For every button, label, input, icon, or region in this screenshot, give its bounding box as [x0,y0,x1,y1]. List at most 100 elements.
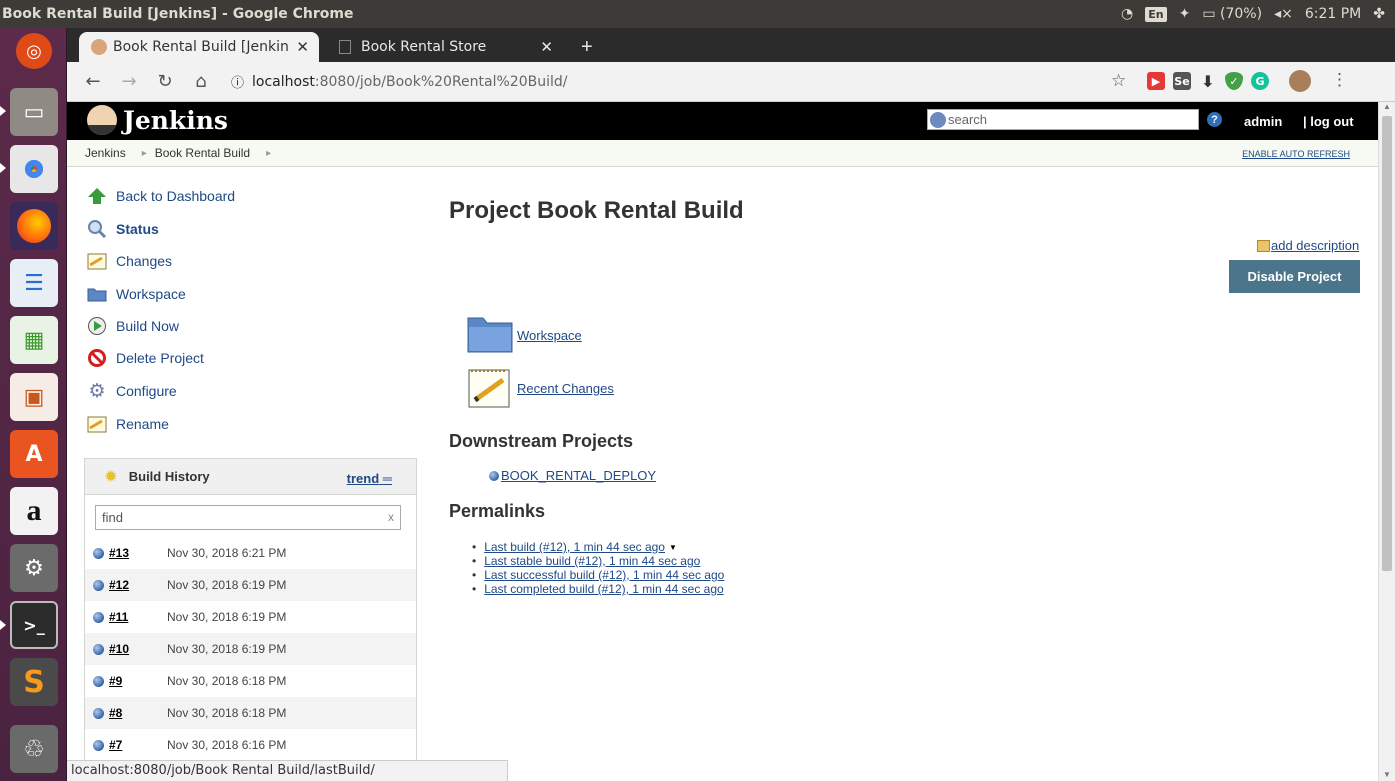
close-tab-icon[interactable]: ✕ [296,38,309,56]
build-row: #10 Nov 30, 2018 6:19 PM [85,633,416,665]
build-number-link[interactable]: #12 [109,578,151,592]
workspace-main-link[interactable]: Workspace [467,314,582,357]
files-icon[interactable]: ▭ [10,88,58,136]
task-delete-project[interactable]: Delete Project [87,348,204,368]
dropdown-caret-icon[interactable]: ▼ [669,543,677,552]
sublime-text-icon[interactable]: S [10,658,58,706]
ubuntu-dash-icon[interactable]: ◎ [16,33,52,69]
disable-project-button[interactable]: Disable Project [1229,260,1360,293]
jenkins-logo[interactable]: Jenkins [87,105,228,135]
search-input[interactable]: search [927,109,1199,130]
scroll-down-icon[interactable]: ▼ [1383,770,1391,779]
task-workspace[interactable]: Workspace [87,284,186,304]
task-build-now[interactable]: Build Now [87,316,179,336]
clock[interactable]: 6:21 PM [1305,6,1361,22]
recent-changes-main-link[interactable]: Recent Changes [467,366,614,411]
task-status[interactable]: Status [87,219,159,239]
profile-avatar[interactable] [1289,70,1311,92]
amazon-icon[interactable]: a [10,487,58,535]
recent-changes-link-label[interactable]: Recent Changes [517,381,614,396]
battery-percent: (70%) [1220,6,1263,22]
task-configure[interactable]: ⚙ Configure [87,380,176,402]
jenkins-logo-text: Jenkins [123,105,228,135]
build-date: Nov 30, 2018 6:18 PM [167,674,287,688]
search-placeholder: search [948,112,988,127]
chrome-icon[interactable] [10,145,58,193]
tab-strip: Book Rental Build [Jenkin ✕ Book Rental … [67,28,1395,62]
bookmark-star-icon[interactable]: ☆ [1111,71,1126,91]
breadcrumb-book-rental-build[interactable]: Book Rental Build [155,146,250,160]
scrollbar-thumb[interactable] [1382,116,1392,571]
add-description-link[interactable]: add description [1257,238,1359,253]
software-center-icon[interactable]: A [10,430,58,478]
firefox-icon[interactable] [10,202,58,250]
info-icon[interactable]: ⓘ [231,72,244,91]
jenkins-butler-icon [87,105,117,135]
url-field[interactable]: ⓘ localhost:8080/job/Book%20Rental%20Bui… [231,72,567,92]
close-tab-icon[interactable]: ✕ [540,38,553,56]
build-number-link[interactable]: #13 [109,546,151,560]
breadcrumb-jenkins[interactable]: Jenkins [85,146,126,160]
system-menu-icon[interactable]: ✤ [1373,6,1385,22]
build-row: #8 Nov 30, 2018 6:18 PM [85,697,416,729]
build-find-input[interactable]: find x [95,505,401,530]
task-rename[interactable]: Rename [87,414,169,434]
permalink-last-successful-build[interactable]: Last successful build (#12), 1 min 44 se… [484,568,724,582]
logout-link[interactable]: | log out [1303,114,1354,129]
build-status-ball-icon [93,643,104,655]
new-tab-icon[interactable]: + [581,36,593,59]
user-link[interactable]: admin [1244,114,1282,129]
selenium-extension-icon[interactable]: Se [1173,72,1191,90]
wifi-icon[interactable]: ◔ [1121,6,1133,22]
permalink-last-stable-build[interactable]: Last stable build (#12), 1 min 44 sec ag… [484,554,700,568]
calc-icon[interactable]: ▦ [10,316,58,364]
build-date: Nov 30, 2018 6:19 PM [167,610,287,624]
writer-icon[interactable]: ☰ [10,259,58,307]
downstream-project-link[interactable]: BOOK_RENTAL_DEPLOY [489,468,656,483]
task-changes[interactable]: Changes [87,251,172,271]
reload-icon[interactable]: ↻ [155,71,175,92]
impress-icon[interactable]: ▣ [10,373,58,421]
trash-icon[interactable]: ♲ [10,725,58,773]
build-history-sun-icon: ✹ [105,468,117,484]
find-clear-icon[interactable]: x [388,510,394,524]
build-number-link[interactable]: #8 [109,706,151,720]
notepad-icon [87,251,107,271]
tab-book-rental-build[interactable]: Book Rental Build [Jenkin ✕ [79,32,319,62]
bluetooth-icon[interactable]: ✦ [1179,6,1191,22]
volume-icon[interactable]: ◂× [1274,6,1293,22]
permalinks-list: Last build (#12), 1 min 44 sec ago ▼ Last… [472,540,724,596]
keyboard-language[interactable]: En [1145,6,1167,22]
enable-auto-refresh-link[interactable]: ENABLE AUTO REFRESH [1242,149,1350,159]
tab-book-rental-store[interactable]: Book Rental Store ✕ [327,32,563,62]
breadcrumb-separator-icon[interactable]: ▸ [142,148,147,159]
build-number-link[interactable]: #10 [109,642,151,656]
more-menu-icon[interactable]: ⋮ [1331,70,1348,90]
download-icon[interactable]: ⬇ [1199,72,1217,91]
permalink-last-completed-build[interactable]: Last completed build (#12), 1 min 44 sec… [484,582,723,596]
list-item: Last successful build (#12), 1 min 44 se… [472,568,724,582]
system-settings-icon[interactable]: ⚙ [10,544,58,592]
build-number-link[interactable]: #7 [109,738,151,752]
breadcrumb: Jenkins ▸ Book Rental Build ▸ ENABLE AUT… [67,140,1378,167]
extension-icon-1[interactable]: ▶ [1147,72,1165,90]
trend-link[interactable]: trend ═ [347,471,392,486]
breadcrumb-separator-icon[interactable]: ▸ [266,148,271,159]
back-icon[interactable]: ← [83,71,103,92]
shield-extension-icon[interactable]: ✓ [1225,72,1243,90]
battery-indicator[interactable]: ▭ (70%) [1202,6,1262,22]
forward-icon[interactable]: → [119,71,139,92]
build-number-link[interactable]: #9 [109,674,151,688]
help-icon[interactable]: ? [1207,112,1222,127]
scroll-up-icon[interactable]: ▲ [1383,102,1391,111]
build-number-link[interactable]: #11 [109,610,151,624]
terminal-icon[interactable]: >_ [10,601,58,649]
grammarly-icon[interactable]: G [1251,72,1269,90]
page-scrollbar[interactable]: ▲ ▼ [1378,102,1395,781]
workspace-link-label[interactable]: Workspace [517,328,582,343]
permalink-last-build[interactable]: Last build (#12), 1 min 44 sec ago [484,540,665,554]
home-icon[interactable]: ⌂ [191,71,211,92]
task-back-to-dashboard[interactable]: Back to Dashboard [87,186,235,206]
jenkins-favicon-icon [91,39,107,55]
build-status-ball-icon [93,579,104,591]
